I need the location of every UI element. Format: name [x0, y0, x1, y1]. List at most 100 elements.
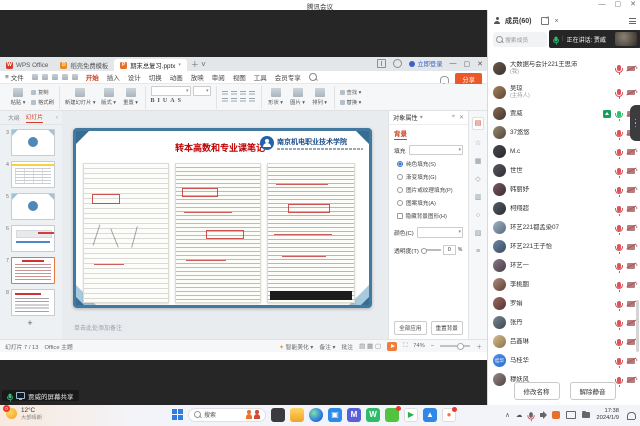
props-button-全部应用[interactable]: 全部应用: [394, 321, 426, 335]
更多-strip-icon[interactable]: ≡: [476, 247, 480, 256]
属性-strip-icon[interactable]: ▤: [472, 117, 485, 130]
edge-browser-icon[interactable]: [309, 408, 323, 422]
mic-muted-icon[interactable]: [617, 206, 621, 212]
mic-tray-icon[interactable]: [530, 412, 534, 417]
folder-tray-icon[interactable]: [582, 412, 590, 418]
zoom-slider[interactable]: [440, 345, 470, 347]
start-button[interactable]: [172, 409, 183, 420]
taskbar-search[interactable]: 搜索: [188, 408, 266, 422]
quick-access-icons[interactable]: [32, 74, 78, 80]
mic-muted-icon[interactable]: [617, 149, 621, 155]
camera-off-icon[interactable]: [627, 320, 635, 326]
radio-icon[interactable]: [397, 200, 403, 206]
ribbon-button-图片[interactable]: 图片 ▾: [289, 88, 307, 106]
minimize-icon[interactable]: —: [599, 0, 606, 10]
props-button-重置背景[interactable]: 重置背景: [431, 321, 463, 335]
mic-muted-icon[interactable]: [617, 339, 621, 345]
图表-strip-icon[interactable]: ○: [476, 211, 480, 220]
mic-muted-icon[interactable]: [617, 244, 621, 250]
popout-panel-icon[interactable]: [541, 17, 549, 25]
camera-off-icon[interactable]: [627, 168, 635, 174]
member-row[interactable]: 吕鑫琳: [488, 332, 640, 351]
ribbon-button-粘贴[interactable]: 粘贴 ▾: [9, 88, 27, 106]
tab-slides[interactable]: 幻灯片: [26, 112, 43, 123]
camera-off-icon[interactable]: [627, 66, 635, 72]
font-style-buttons[interactable]: BIUAS: [151, 98, 181, 104]
pin-icon[interactable]: ⌖: [452, 114, 455, 121]
member-row[interactable]: 罗娟: [488, 294, 640, 313]
ribbon-button-重置[interactable]: 重置 ▾: [122, 88, 140, 106]
ribbon-button-排列[interactable]: 排列 ▾: [311, 88, 329, 106]
file-explorer-icon[interactable]: [290, 408, 304, 422]
camera-off-icon[interactable]: [627, 339, 635, 345]
slide-thumbnail-3[interactable]: [11, 129, 55, 156]
netdisk-app-icon[interactable]: ▲: [423, 408, 437, 422]
帮助-strip-icon[interactable]: ▧: [475, 229, 482, 238]
maximize-icon[interactable]: ▢: [615, 0, 622, 10]
color-select[interactable]: [417, 227, 463, 238]
图层-strip-icon[interactable]: ◇: [475, 175, 480, 184]
zoom-in-button[interactable]: ＋: [476, 342, 482, 351]
ribbon-button-格式刷[interactable]: 格式刷: [31, 98, 54, 106]
fill-option[interactable]: 图片或纹理填充(P): [397, 186, 468, 194]
comments-button[interactable]: 批注: [341, 342, 353, 351]
形状-strip-icon[interactable]: ▦: [475, 157, 482, 166]
tab-outline[interactable]: 大纲: [8, 113, 20, 122]
mic-muted-icon[interactable]: [617, 89, 621, 95]
camera-off-icon[interactable]: [627, 301, 635, 307]
cast-tray-icon[interactable]: [566, 411, 576, 419]
notification-bell-icon[interactable]: [440, 76, 449, 83]
login-button[interactable]: 立即登录: [409, 59, 442, 68]
camera-off-icon[interactable]: [627, 263, 635, 269]
ribbon-search-icon[interactable]: [309, 73, 317, 81]
member-row[interactable]: M.c: [488, 142, 640, 161]
menu-6[interactable]: 审阅: [212, 72, 225, 82]
mic-muted-icon[interactable]: [617, 301, 621, 307]
mic-muted-icon[interactable]: [617, 263, 621, 269]
beautify-button[interactable]: ✦ 智能美化 ▾: [279, 342, 313, 351]
fill-option[interactable]: 图案填充(A): [397, 199, 468, 207]
hidden-icons-chevron[interactable]: ∧: [505, 411, 510, 419]
fill-type-select[interactable]: [409, 145, 463, 155]
member-row[interactable]: 吴琼(主持人): [488, 80, 640, 104]
taskbar-clock[interactable]: 17:38 2024/1/9: [596, 408, 619, 422]
alpha-value[interactable]: 0: [443, 245, 456, 255]
menu-9[interactable]: 会员专享: [275, 72, 301, 82]
checkbox-icon[interactable]: [397, 213, 403, 219]
weather-widget[interactable]: 0 12°C 大部晴朗: [6, 407, 42, 421]
current-slide[interactable]: 转本高数和专业课笔记 南京机电职业技术学院: [73, 128, 372, 308]
ribbon-button-复制[interactable]: 复制: [31, 88, 54, 96]
font-family-select[interactable]: [151, 86, 191, 96]
camera-off-icon[interactable]: [627, 90, 635, 96]
tab-background[interactable]: 背景: [394, 128, 407, 140]
menu-8[interactable]: 工具: [254, 72, 267, 82]
radio-icon[interactable]: [397, 187, 403, 193]
fill-option[interactable]: 纯色填充(S): [397, 160, 468, 168]
member-row[interactable]: 37悠悠: [488, 123, 640, 142]
fill-option[interactable]: 渐变填充(G): [397, 173, 468, 181]
mic-muted-icon[interactable]: [617, 358, 621, 364]
camera-off-icon[interactable]: [627, 225, 635, 231]
ribbon-button-替换[interactable]: 替换 ▾: [340, 98, 362, 106]
camera-off-icon[interactable]: [627, 358, 635, 364]
zoom-out-button[interactable]: −: [431, 343, 434, 349]
close-icon[interactable]: ✕: [630, 0, 636, 10]
menu-5[interactable]: 放映: [191, 72, 204, 82]
add-slide-button[interactable]: +: [0, 318, 60, 328]
rename-button[interactable]: 修改名称: [514, 382, 560, 400]
slideshow-play-button[interactable]: [387, 342, 397, 351]
app-m-icon[interactable]: M: [347, 408, 361, 422]
fullscreen-icon[interactable]: ⛶: [403, 343, 407, 350]
notes-button[interactable]: 备注 ▾: [319, 342, 335, 351]
member-row[interactable]: 环艺221都孟染07: [488, 218, 640, 237]
members-scrollbar[interactable]: [636, 300, 639, 352]
wps-document-tab[interactable]: D稻壳免费模板: [54, 59, 114, 71]
member-row[interactable]: 环艺一: [488, 256, 640, 275]
radio-icon[interactable]: [397, 174, 403, 180]
menu-3[interactable]: 切换: [149, 72, 162, 82]
member-search-input[interactable]: 搜索成员: [493, 32, 547, 47]
member-row[interactable]: 韩丽妤: [488, 180, 640, 199]
panel-collapse-handle[interactable]: [630, 105, 640, 141]
slide-thumbnail-5[interactable]: [11, 193, 55, 220]
close-panel-icon[interactable]: ×: [554, 18, 558, 25]
